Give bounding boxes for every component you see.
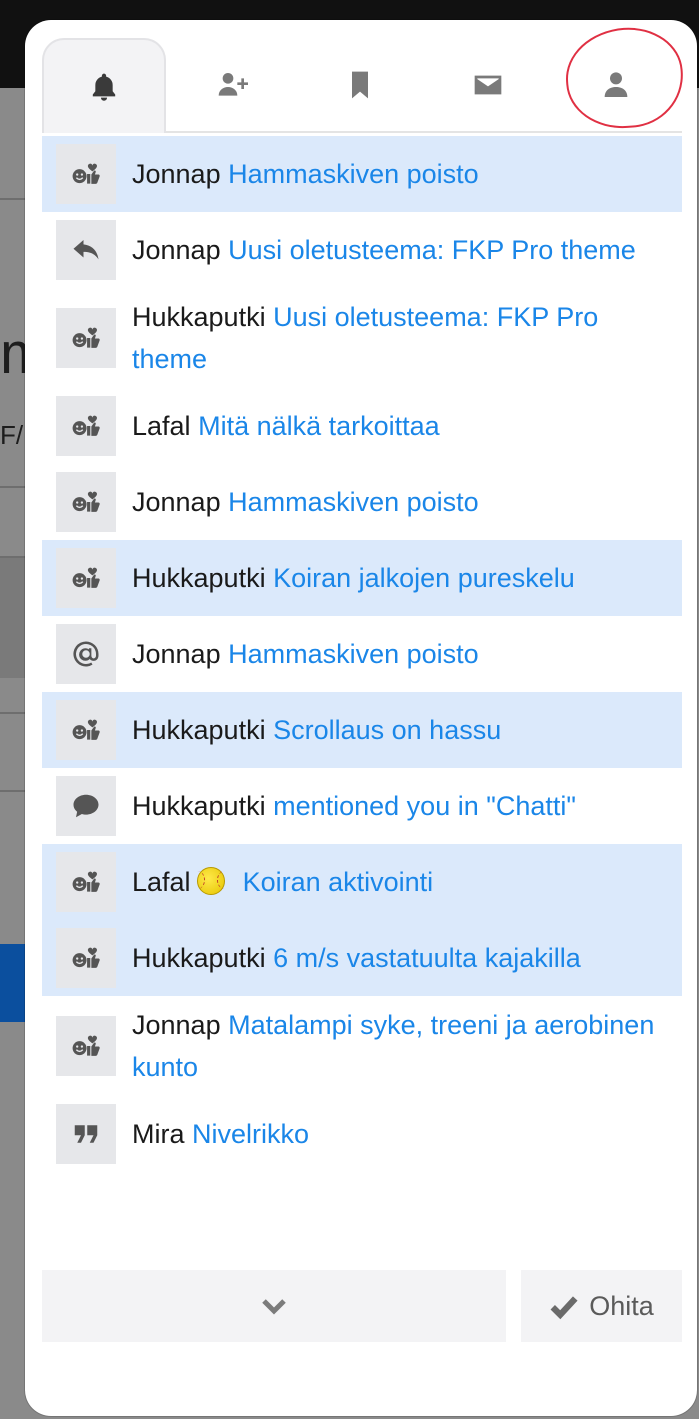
reply-icon — [56, 220, 116, 280]
bookmark-icon — [352, 71, 368, 98]
check-icon — [550, 1296, 578, 1320]
notification-item[interactable]: Mira Nivelrikko — [42, 1096, 682, 1172]
notification-user: Lafal — [132, 411, 191, 441]
popover-footer: Ohita — [42, 1270, 682, 1342]
mention-icon — [56, 624, 116, 684]
notification-text: Hukkaputki Uusi oletusteema: FKP Pro the… — [132, 296, 670, 380]
notification-title-link[interactable]: Hammaskiven poisto — [228, 487, 479, 517]
notification-text: Jonnap Matalampi syke, treeni ja aerobin… — [132, 1004, 670, 1088]
bell-icon — [92, 73, 116, 101]
notification-item[interactable]: Jonnap Hammaskiven poisto — [42, 464, 682, 540]
envelope-icon — [474, 75, 502, 94]
notification-title-link[interactable]: Scrollaus on hassu — [273, 715, 501, 745]
tab-messages[interactable] — [426, 38, 550, 131]
background-text-fragment: F/ — [0, 420, 24, 450]
notification-item[interactable]: Lafal Koiran aktivointi — [42, 844, 682, 920]
notification-item[interactable]: Jonnap Hammaskiven poisto — [42, 136, 682, 212]
notification-item[interactable]: Hukkaputki Uusi oletusteema: FKP Pro the… — [42, 288, 682, 388]
notification-item[interactable]: Hukkaputki 6 m/s vastatuulta kajakilla — [42, 920, 682, 996]
notification-text: Jonnap Hammaskiven poisto — [132, 481, 479, 523]
quote-icon — [56, 1104, 116, 1164]
reaction-icon — [56, 472, 116, 532]
notification-user: Hukkaputki — [132, 302, 266, 332]
reaction-icon — [56, 852, 116, 912]
notification-user: Jonnap — [132, 487, 221, 517]
tab-notifications[interactable] — [42, 38, 166, 133]
notification-title-link[interactable]: Koiran jalkojen pureskelu — [273, 563, 575, 593]
notification-user: Jonnap — [132, 159, 221, 189]
notification-text: Hukkaputki mentioned you in "Chatti" — [132, 785, 576, 827]
expand-button[interactable] — [42, 1270, 506, 1342]
notification-user: Hukkaputki — [132, 715, 266, 745]
reaction-icon — [56, 308, 116, 368]
notification-list: Jonnap Hammaskiven poisto Jonnap Uusi ole… — [42, 136, 682, 1172]
tab-friend-requests[interactable] — [170, 38, 294, 131]
notifications-popover: Jonnap Hammaskiven poisto Jonnap Uusi ole… — [25, 20, 697, 1416]
notification-item[interactable]: Hukkaputki Koiran jalkojen pureskelu — [42, 540, 682, 616]
notification-user: Lafal — [132, 867, 191, 897]
notification-text: Hukkaputki 6 m/s vastatuulta kajakilla — [132, 937, 581, 979]
notification-item[interactable]: Jonnap Hammaskiven poisto — [42, 616, 682, 692]
notification-user: Hukkaputki — [132, 791, 266, 821]
notification-user: Jonnap — [132, 235, 221, 265]
notification-text: Hukkaputki Scrollaus on hassu — [132, 709, 501, 751]
notification-text: Jonnap Hammaskiven poisto — [132, 153, 479, 195]
chat-bubble-icon — [56, 776, 116, 836]
notification-title-link[interactable]: Hammaskiven poisto — [228, 639, 479, 669]
notification-title-link[interactable]: mentioned you in "Chatti" — [273, 791, 576, 821]
notification-title-link[interactable]: 6 m/s vastatuulta kajakilla — [273, 943, 581, 973]
notification-item[interactable]: Lafal Mitä nälkä tarkoittaa — [42, 388, 682, 464]
notification-title-link[interactable]: Nivelrikko — [192, 1119, 309, 1149]
notification-title-link[interactable]: Koiran aktivointi — [243, 867, 434, 897]
dismiss-button[interactable]: Ohita — [521, 1270, 682, 1342]
notification-title-link[interactable]: Uusi oletusteema: FKP Pro theme — [228, 235, 636, 265]
notification-user: Mira — [132, 1119, 185, 1149]
reaction-icon — [56, 548, 116, 608]
dismiss-label: Ohita — [589, 1290, 654, 1321]
notification-item[interactable]: Jonnap Uusi oletusteema: FKP Pro theme — [42, 212, 682, 288]
notification-user: Jonnap — [132, 1010, 221, 1040]
reaction-icon — [56, 144, 116, 204]
notification-text: Jonnap Uusi oletusteema: FKP Pro theme — [132, 229, 636, 271]
user-plus-icon — [218, 72, 248, 96]
tab-bookmarks[interactable] — [298, 38, 422, 131]
notification-item[interactable]: Hukkaputki mentioned you in "Chatti" — [42, 768, 682, 844]
notification-title-link[interactable]: Hammaskiven poisto — [228, 159, 479, 189]
notification-text: Lafal Koiran aktivointi — [132, 861, 433, 903]
chevron-down-icon — [262, 1299, 286, 1315]
softball-icon — [196, 867, 225, 895]
notification-user: Hukkaputki — [132, 563, 266, 593]
notification-text: Lafal Mitä nälkä tarkoittaa — [132, 405, 440, 447]
notification-item[interactable]: Hukkaputki Scrollaus on hassu — [42, 692, 682, 768]
notification-item[interactable]: Jonnap Matalampi syke, treeni ja aerobin… — [42, 996, 682, 1096]
notification-user: Hukkaputki — [132, 943, 266, 973]
notification-text: Jonnap Hammaskiven poisto — [132, 633, 479, 675]
reaction-icon — [56, 928, 116, 988]
notification-user: Jonnap — [132, 639, 221, 669]
reaction-icon — [56, 1016, 116, 1076]
notification-text: Hukkaputki Koiran jalkojen pureskelu — [132, 557, 575, 599]
notification-title-link[interactable]: Mitä nälkä tarkoittaa — [198, 411, 440, 441]
reaction-icon — [56, 700, 116, 760]
notification-text: Mira Nivelrikko — [132, 1113, 309, 1155]
reaction-icon — [56, 396, 116, 456]
